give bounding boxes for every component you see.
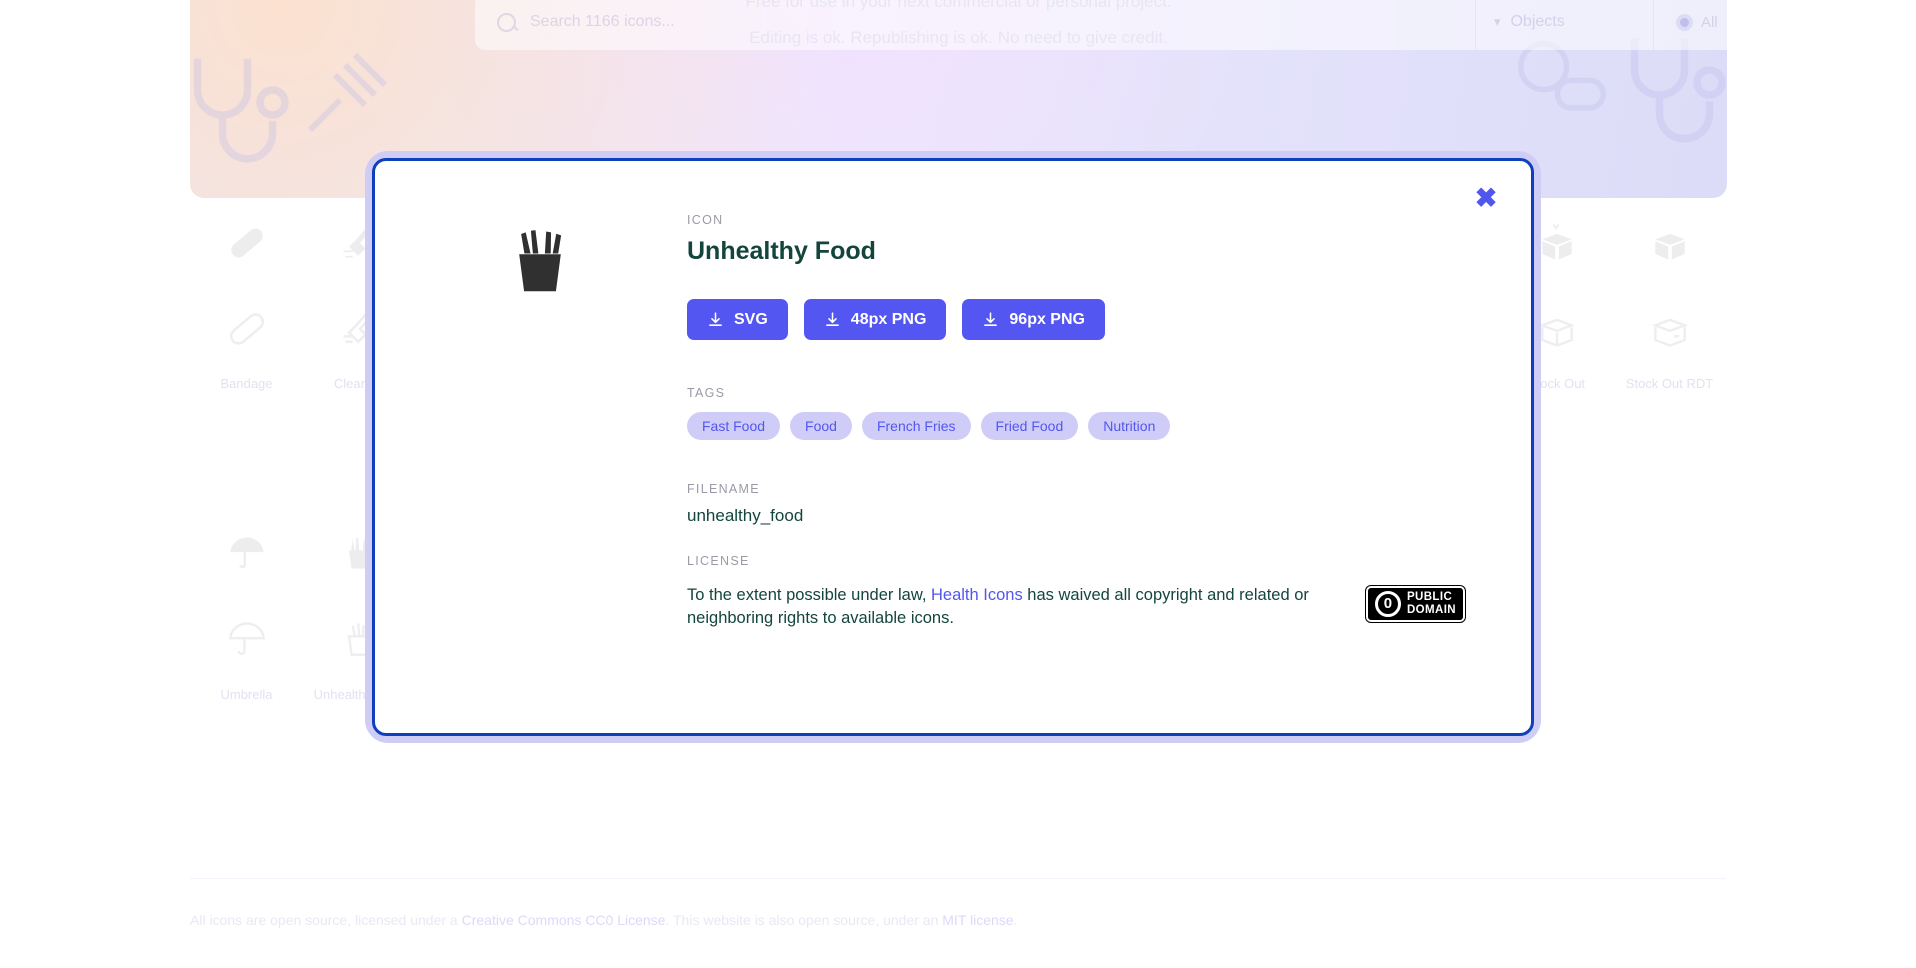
icon-section-label: ICON	[687, 213, 724, 227]
download-icon	[984, 312, 998, 326]
filename-section-label: FILENAME	[687, 482, 760, 496]
license-section-label: LICENSE	[687, 554, 750, 568]
download-svg-button[interactable]: SVG	[687, 299, 788, 340]
download-png96-button[interactable]: 96px PNG	[962, 299, 1105, 340]
license-text: To the extent possible under law, Health…	[687, 584, 1366, 631]
modal-overlay: ✖ ICON Unhealthy Food SVG 48px PNG 96px …	[0, 0, 1916, 968]
tag-list: Fast Food Food French Fries Fried Food N…	[687, 412, 1471, 440]
download-svg-label: SVG	[734, 310, 768, 328]
icon-detail-modal: ✖ ICON Unhealthy Food SVG 48px PNG 96px …	[372, 158, 1534, 736]
health-icons-link[interactable]: Health Icons	[931, 586, 1023, 604]
download-icon	[709, 312, 722, 326]
download-png96-label: 96px PNG	[1009, 310, 1085, 328]
tags-section-label: TAGS	[687, 386, 726, 400]
tag-chip[interactable]: Fried Food	[980, 412, 1079, 440]
close-icon[interactable]: ✖	[1471, 183, 1501, 213]
icon-preview	[501, 213, 613, 631]
public-domain-line-1: PUBLIC	[1406, 591, 1453, 604]
public-domain-zero-icon: 0	[1374, 591, 1401, 617]
license-block: To the extent possible under law, Health…	[687, 584, 1471, 631]
download-png48-label: 48px PNG	[850, 310, 927, 328]
modal-body: ICON Unhealthy Food SVG 48px PNG 96px PN…	[375, 161, 1531, 631]
icon-details: ICON Unhealthy Food SVG 48px PNG 96px PN…	[613, 213, 1531, 631]
download-buttons: SVG 48px PNG 96px PNG	[687, 299, 1471, 340]
public-domain-line-2: DOMAIN	[1406, 604, 1456, 616]
tag-chip[interactable]: French Fries	[861, 412, 971, 440]
license-text-1: To the extent possible under law,	[687, 586, 931, 604]
tag-chip[interactable]: Food	[790, 412, 852, 440]
unhealthy-food-preview-icon	[519, 230, 562, 292]
download-png48-button[interactable]: 48px PNG	[803, 299, 947, 340]
public-domain-badge: 0 PUBLIC DOMAIN	[1365, 586, 1465, 622]
page-root: Free for use in your next commercial or …	[0, 0, 1916, 968]
tag-chip[interactable]: Fast Food	[687, 412, 781, 440]
filename-value: unhealthy_food	[687, 506, 804, 525]
public-domain-text: PUBLIC DOMAIN	[1407, 591, 1456, 617]
tag-chip[interactable]: Nutrition	[1088, 412, 1171, 440]
public-domain-mark-glyph: 0	[1383, 594, 1393, 612]
download-icon	[825, 312, 839, 326]
page-title: Unhealthy Food	[687, 237, 876, 265]
